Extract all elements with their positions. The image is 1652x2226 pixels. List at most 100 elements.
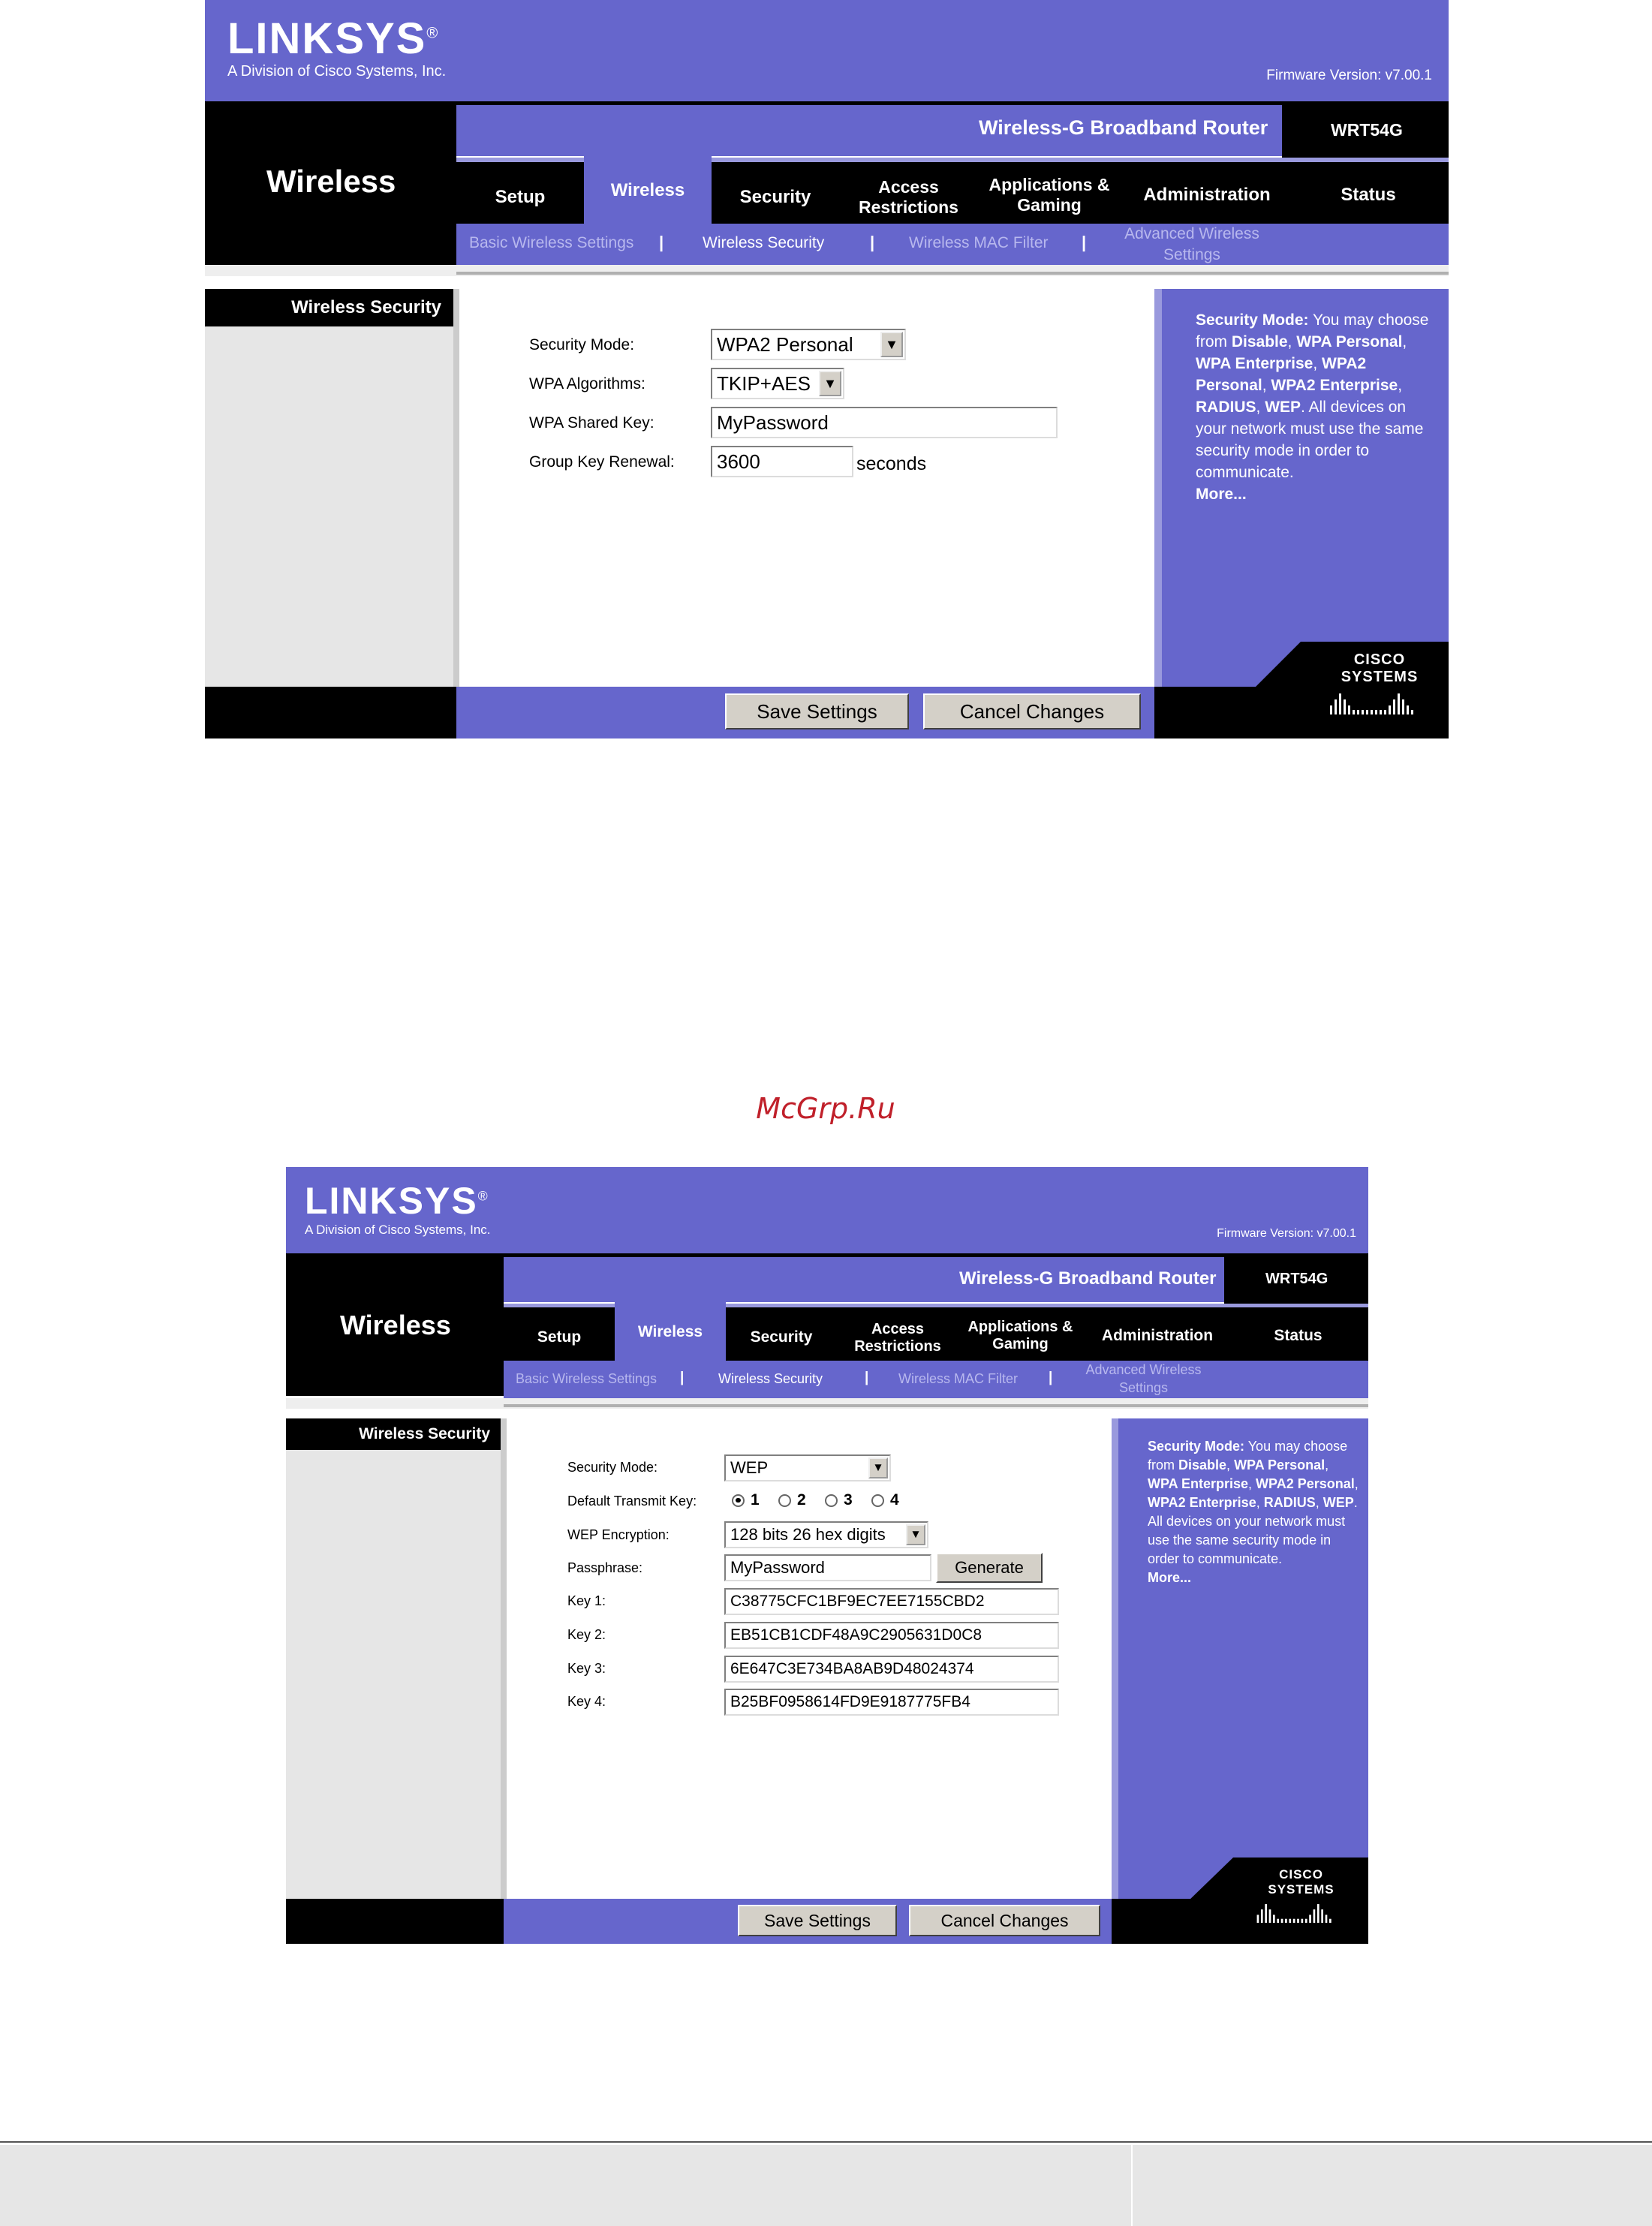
- cisco-logo: CISCO SYSTEMS: [1319, 651, 1440, 720]
- radio-icon[interactable]: [871, 1494, 884, 1507]
- router-screenshot-wpa2: LINKSYS® A Division of Cisco Systems, In…: [205, 0, 1449, 738]
- subtab-mac-filter[interactable]: Wireless MAC Filter: [909, 234, 1049, 252]
- key-3-label: Key 3:: [567, 1661, 606, 1676]
- footer-rule: [0, 2141, 1652, 2143]
- footer-band: [0, 2145, 1652, 2226]
- division-text: A Division of Cisco Systems, Inc.: [227, 63, 447, 80]
- key-2-label: Key 2:: [567, 1627, 606, 1642]
- content-left-border: [501, 1418, 507, 1899]
- subtab-advanced-wireless[interactable]: Advanced Wireless Settings: [1117, 224, 1267, 266]
- shared-key-input[interactable]: MyPassword: [711, 407, 1058, 438]
- more-link[interactable]: More...: [1196, 486, 1247, 503]
- subtab-separator: |: [1082, 233, 1087, 251]
- renewal-label: Group Key Renewal:: [529, 453, 675, 471]
- shared-key-label: WPA Shared Key:: [529, 414, 654, 432]
- watermark: McGrp.Ru: [756, 1092, 895, 1125]
- tab-applications-gaming[interactable]: Applications & Gaming: [958, 1311, 1082, 1360]
- key-2-input[interactable]: EB51CB1CDF48A9C2905631D0C8: [724, 1622, 1059, 1649]
- help-text: Security Mode: You may choose from Disab…: [1196, 311, 1429, 503]
- key-3-input[interactable]: 6E647C3E734BA8AB9D48024374: [724, 1656, 1059, 1683]
- cisco-bars-icon: [1330, 693, 1413, 714]
- subtab-separator: |: [659, 233, 664, 251]
- tab-setup[interactable]: Setup: [504, 1313, 615, 1362]
- tab-applications-gaming[interactable]: Applications & Gaming: [978, 167, 1121, 223]
- security-mode-select[interactable]: WPA2 Personal ▼: [711, 329, 906, 360]
- tab-security[interactable]: Security: [726, 1313, 837, 1362]
- renewal-unit: seconds: [856, 453, 927, 474]
- chevron-down-icon[interactable]: ▼: [868, 1457, 888, 1478]
- chevron-down-icon[interactable]: ▼: [819, 371, 841, 396]
- subtab-mac-filter[interactable]: Wireless MAC Filter: [898, 1371, 1018, 1387]
- tab-setup[interactable]: Setup: [456, 169, 584, 225]
- radio-icon[interactable]: [825, 1494, 838, 1507]
- chevron-down-icon[interactable]: ▼: [880, 332, 903, 357]
- product-name: Wireless-G Broadband Router: [979, 116, 1268, 139]
- key-4-label: Key 4:: [567, 1694, 606, 1709]
- wep-encryption-select[interactable]: 128 bits 26 hex digits ▼: [724, 1521, 928, 1548]
- model-name: WRT54G: [1331, 120, 1403, 140]
- help-left-border: [1112, 1418, 1118, 1899]
- key-1-input[interactable]: C38775CFC1BF9EC7EE7155CBD2: [724, 1588, 1059, 1615]
- cancel-changes-button[interactable]: Cancel Changes: [909, 1905, 1100, 1936]
- cisco-bars-icon: [1256, 1904, 1332, 1924]
- tab-status[interactable]: Status: [1232, 1313, 1364, 1358]
- subtab-advanced-wireless[interactable]: Advanced Wireless Settings: [1078, 1361, 1209, 1397]
- subtab-wireless-security[interactable]: Wireless Security: [718, 1371, 823, 1387]
- separator-line: [504, 1404, 1368, 1407]
- linksys-logo: LINKSYS®: [305, 1180, 488, 1222]
- wpa-algorithms-label: WPA Algorithms:: [529, 375, 645, 393]
- wpa-algorithms-value: TKIP+AES: [717, 372, 811, 395]
- key-1-label: Key 1:: [567, 1593, 606, 1608]
- default-key-radio-3[interactable]: 3: [825, 1491, 853, 1509]
- tab-administration[interactable]: Administration: [1121, 169, 1293, 221]
- wep-encryption-value: 128 bits 26 hex digits: [730, 1525, 886, 1544]
- section-title: Wireless: [340, 1310, 451, 1340]
- cisco-logo: CISCO SYSTEMS: [1247, 1867, 1356, 1928]
- default-key-radio-4[interactable]: 4: [871, 1491, 899, 1509]
- security-mode-label: Security Mode:: [567, 1460, 658, 1475]
- tab-status[interactable]: Status: [1293, 169, 1443, 221]
- tab-administration[interactable]: Administration: [1082, 1313, 1232, 1358]
- wpa-algorithms-select[interactable]: TKIP+AES ▼: [711, 368, 844, 399]
- firmware-version: Firmware Version: v7.00.1: [1266, 68, 1432, 83]
- passphrase-input[interactable]: MyPassword: [724, 1554, 931, 1581]
- tab-access-restrictions[interactable]: Access Restrictions: [837, 1313, 958, 1362]
- tab-access-restrictions[interactable]: Access Restrictions: [839, 169, 978, 225]
- subtab-wireless-security[interactable]: Wireless Security: [703, 234, 824, 252]
- security-mode-value: WEP: [730, 1458, 769, 1477]
- tab-wireless[interactable]: Wireless: [584, 156, 712, 225]
- help-text: Security Mode: You may choose from Disab…: [1148, 1439, 1359, 1585]
- side-section-label: Wireless Security: [205, 289, 456, 326]
- tab-wireless[interactable]: Wireless: [615, 1302, 726, 1362]
- footer-divider: [1131, 2145, 1133, 2226]
- default-key-label: Default Transmit Key:: [567, 1494, 697, 1509]
- default-key-radio-2[interactable]: 2: [778, 1491, 806, 1509]
- subtab-basic-wireless[interactable]: Basic Wireless Settings: [469, 234, 633, 252]
- generate-button[interactable]: Generate: [936, 1553, 1043, 1583]
- subtab-separator: |: [680, 1370, 685, 1385]
- content-left-border: [453, 289, 459, 687]
- subtab-separator: |: [870, 233, 875, 251]
- renewal-input[interactable]: 3600: [711, 446, 853, 477]
- radio-icon[interactable]: [778, 1494, 791, 1507]
- save-settings-button[interactable]: Save Settings: [738, 1905, 897, 1936]
- chevron-down-icon[interactable]: ▼: [906, 1524, 925, 1545]
- side-section-label: Wireless Security: [286, 1418, 504, 1450]
- model-name: WRT54G: [1265, 1271, 1329, 1287]
- radio-selected-icon[interactable]: [732, 1494, 745, 1507]
- security-mode-select[interactable]: WEP ▼: [724, 1454, 891, 1481]
- firmware-version: Firmware Version: v7.00.1: [1217, 1227, 1356, 1240]
- security-mode-value: WPA2 Personal: [717, 332, 853, 356]
- default-key-radio-1[interactable]: 1: [732, 1491, 760, 1509]
- linksys-logo: LINKSYS®: [227, 14, 438, 63]
- subtab-basic-wireless[interactable]: Basic Wireless Settings: [516, 1371, 657, 1387]
- help-left-border: [1154, 289, 1162, 687]
- cancel-changes-button[interactable]: Cancel Changes: [923, 693, 1141, 729]
- tab-security[interactable]: Security: [712, 169, 839, 225]
- wep-encryption-label: WEP Encryption:: [567, 1527, 670, 1542]
- save-settings-button[interactable]: Save Settings: [725, 693, 909, 729]
- left-sidebar: [286, 1418, 504, 1899]
- key-4-input[interactable]: B25BF0958614FD9E9187775FB4: [724, 1689, 1059, 1716]
- more-link[interactable]: More...: [1148, 1570, 1191, 1585]
- left-sidebar: [205, 289, 456, 687]
